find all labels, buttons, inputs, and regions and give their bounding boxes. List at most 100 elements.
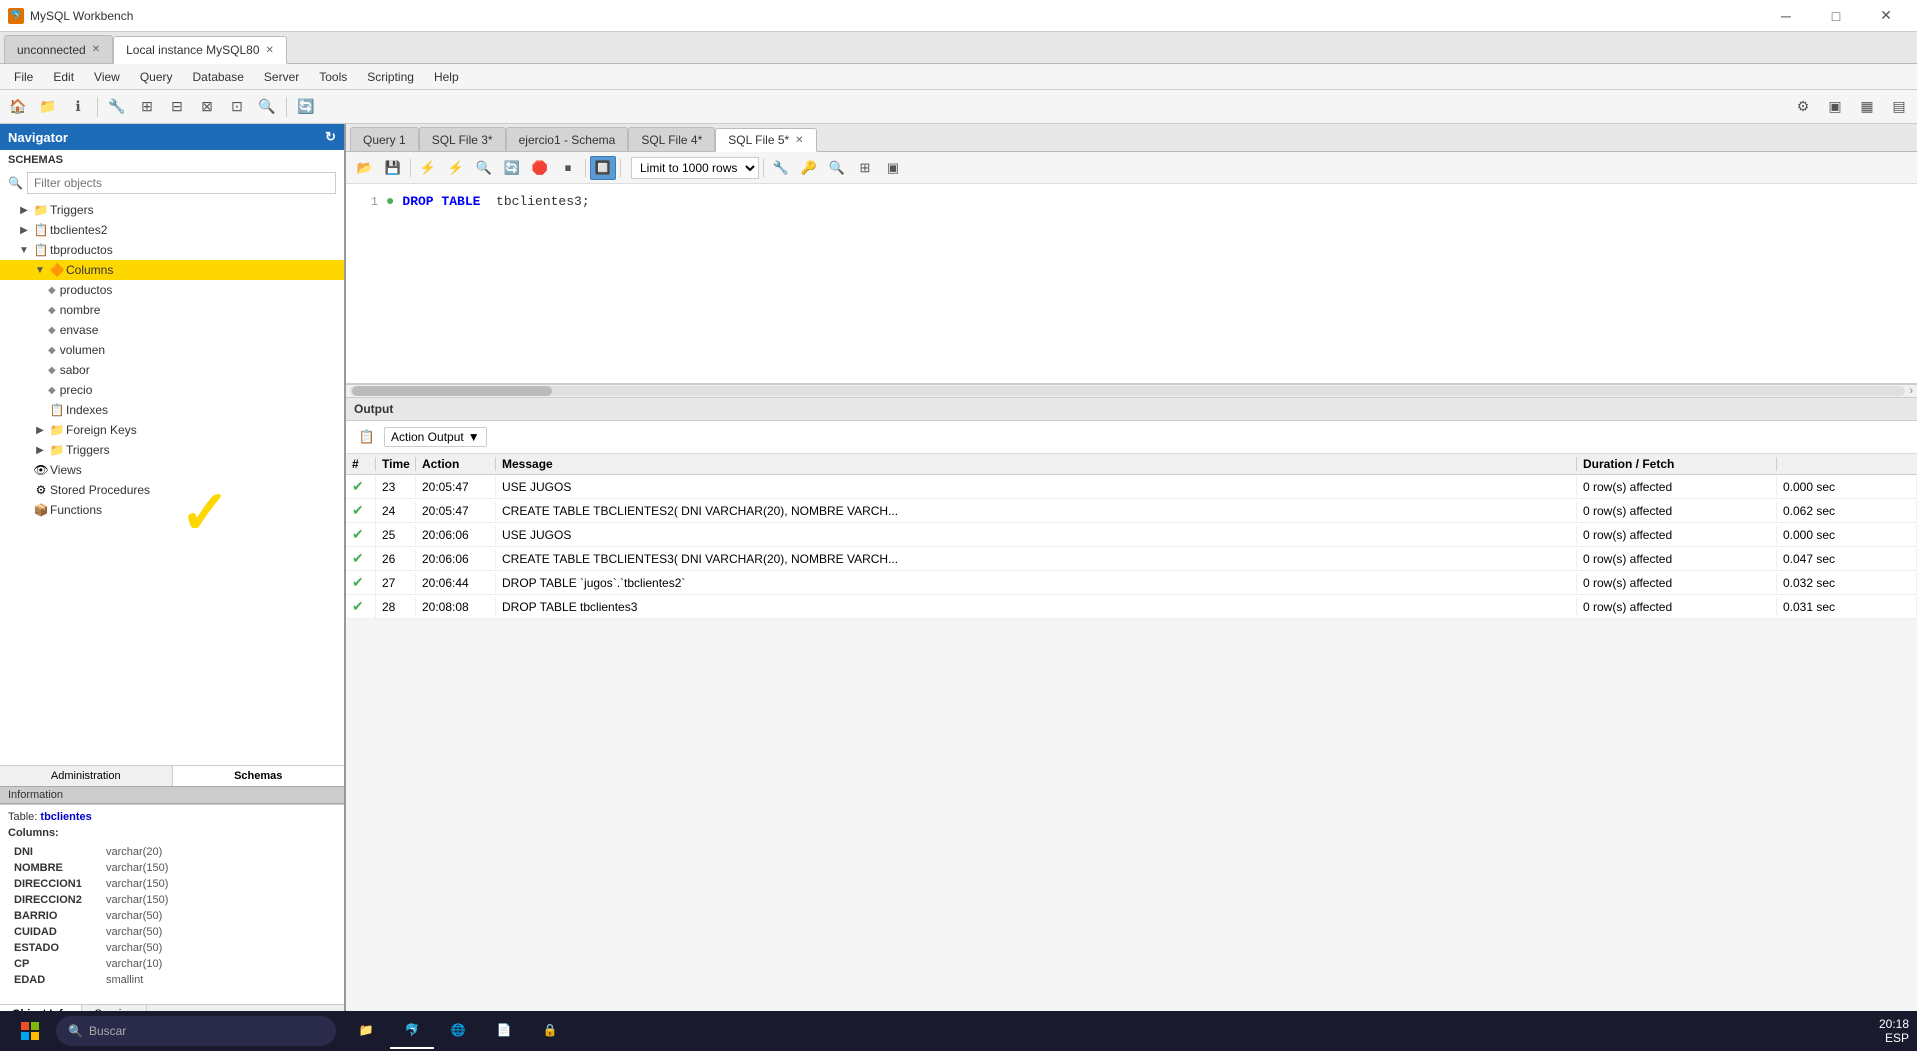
toolbar-btn7[interactable]: 🔍	[253, 94, 281, 120]
search-icon: 🔍	[68, 1024, 83, 1038]
taskbar-item-app5[interactable]: 🔒	[528, 1013, 572, 1049]
list-item[interactable]: ◆ precio	[0, 380, 344, 400]
taskbar-search[interactable]: 🔍 Buscar	[56, 1016, 336, 1046]
table-row: ✔ 26 20:06:06 CREATE TABLE TBCLIENTES3( …	[346, 547, 1917, 571]
sql-cols-btn[interactable]: ⊞	[852, 156, 878, 180]
list-item[interactable]: ▼ 📋 tbproductos	[0, 240, 344, 260]
scroll-right-icon[interactable]: ›	[1909, 385, 1917, 397]
list-item[interactable]: ◆ envase	[0, 320, 344, 340]
toolbar-open[interactable]: 📁	[34, 94, 62, 120]
list-item[interactable]: ⚙ Stored Procedures	[0, 480, 344, 500]
list-item[interactable]: ▶ 📋 tbclientes2	[0, 220, 344, 240]
taskbar-item-workbench[interactable]: 🐬	[390, 1013, 434, 1049]
cell-num: 27	[376, 573, 416, 593]
toolbar-home[interactable]: 🏠	[4, 94, 32, 120]
minimize-button[interactable]: ─	[1763, 0, 1809, 32]
close-button[interactable]: ✕	[1863, 0, 1909, 32]
sql-save-btn[interactable]: 💾	[380, 156, 406, 180]
toolbar-btn8[interactable]: 🔄	[292, 94, 320, 120]
list-item[interactable]: ▶ 📁 Triggers	[0, 440, 344, 460]
sql-line-1: 1 ● DROP TABLE tbclientes3;	[354, 192, 1909, 212]
tab-sqlfile4[interactable]: SQL File 4*	[628, 127, 715, 151]
menu-edit[interactable]: Edit	[43, 66, 84, 88]
list-item[interactable]: ◆ sabor	[0, 360, 344, 380]
toolbar-btn4[interactable]: ⊟	[163, 94, 191, 120]
list-item[interactable]: ▶ 📁 Triggers	[0, 200, 344, 220]
horizontal-scrollbar[interactable]: ›	[346, 384, 1917, 398]
index-icon: 📋	[48, 403, 66, 417]
toolbar-info[interactable]: ℹ	[64, 94, 92, 120]
scroll-thumb[interactable]	[352, 386, 552, 396]
toolbar-view2[interactable]: ▦	[1853, 94, 1881, 120]
line-number: 1	[354, 192, 378, 212]
sql-execute-btn[interactable]: ⚡	[415, 156, 441, 180]
menu-help[interactable]: Help	[424, 66, 469, 88]
cell-action: USE JUGOS	[496, 525, 1577, 545]
sql-tool1[interactable]: 🔧	[768, 156, 794, 180]
list-item[interactable]: 👁 Views	[0, 460, 344, 480]
toolbar-settings[interactable]: ⚙	[1789, 94, 1817, 120]
column-icon: ◆	[48, 365, 56, 376]
maximize-button[interactable]: □	[1813, 0, 1859, 32]
app-title: MySQL Workbench	[30, 9, 133, 23]
toolbar-btn5[interactable]: ⊠	[193, 94, 221, 120]
toolbar-btn2[interactable]: 🔧	[103, 94, 131, 120]
start-button[interactable]	[8, 1013, 52, 1049]
limit-select[interactable]: Limit to 1000 rows	[631, 157, 759, 179]
list-item[interactable]: ▶ 📁 Foreign Keys	[0, 420, 344, 440]
output-copy-btn[interactable]: 📋	[354, 425, 380, 449]
toolbar-view3[interactable]: ▤	[1885, 94, 1913, 120]
list-item[interactable]: 📋 Indexes	[0, 400, 344, 420]
list-item[interactable]: ◆ volumen	[0, 340, 344, 360]
taskbar-item-word[interactable]: 📄	[482, 1013, 526, 1049]
fk-icon: 📁	[48, 423, 66, 437]
sidebar-tab-schemas[interactable]: Schemas	[173, 766, 345, 786]
sql-export-btn[interactable]: ▣	[880, 156, 906, 180]
ok-icon: ✔	[352, 574, 364, 590]
sql-open-btn[interactable]: 📂	[352, 156, 378, 180]
tree-item-label: nombre	[60, 303, 101, 317]
sidebar: Navigator ↻ SCHEMAS 🔍 ▶ 📁 Triggers ▶	[0, 124, 346, 1023]
cell-num: 23	[376, 477, 416, 497]
toolbar-view1[interactable]: ▣	[1821, 94, 1849, 120]
instance-tab-local-mysql[interactable]: Local instance MySQL80 ✕	[113, 36, 287, 64]
cell-duration: 0.062 sec	[1777, 501, 1917, 521]
menu-query[interactable]: Query	[130, 66, 183, 88]
tab-query1[interactable]: Query 1	[350, 127, 419, 151]
menu-view[interactable]: View	[84, 66, 130, 88]
menu-file[interactable]: File	[4, 66, 43, 88]
action-output-dropdown[interactable]: Action Output ▼	[384, 427, 487, 447]
tab-close-icon[interactable]: ✕	[92, 44, 100, 55]
toolbar-btn6[interactable]: ⊡	[223, 94, 251, 120]
tab-close-icon[interactable]: ✕	[266, 45, 274, 56]
search-input[interactable]	[27, 172, 336, 194]
sql-stop-btn[interactable]: 🛑	[527, 156, 553, 180]
menu-scripting[interactable]: Scripting	[357, 66, 424, 88]
sql-tool2[interactable]: 🔑	[796, 156, 822, 180]
tab-close-icon[interactable]: ✕	[795, 135, 803, 146]
menu-tools[interactable]: Tools	[309, 66, 357, 88]
menu-database[interactable]: Database	[183, 66, 254, 88]
sql-search-btn2[interactable]: 🔍	[824, 156, 850, 180]
list-item[interactable]: ▼ 🔶 Columns	[0, 260, 344, 280]
taskbar-item-browser[interactable]: 🌐	[436, 1013, 480, 1049]
sql-refresh-btn[interactable]: 🔄	[499, 156, 525, 180]
toolbar-btn3[interactable]: ⊞	[133, 94, 161, 120]
sql-execute-selected-btn[interactable]: ⚡	[443, 156, 469, 180]
instance-tab-unconnected[interactable]: unconnected ✕	[4, 35, 113, 63]
menu-server[interactable]: Server	[254, 66, 309, 88]
sql-find-btn[interactable]: 🔍	[471, 156, 497, 180]
sidebar-refresh-icon[interactable]: ↻	[325, 129, 336, 145]
sql-commit-btn[interactable]: ⏹	[555, 156, 581, 180]
taskbar-item-files[interactable]: 📁	[344, 1013, 388, 1049]
list-item[interactable]: 📦 Functions	[0, 500, 344, 520]
sidebar-tab-administration[interactable]: Administration	[0, 766, 173, 786]
sql-editor[interactable]: 1 ● DROP TABLE tbclientes3;	[346, 184, 1917, 384]
sql-autocommit-btn[interactable]: 🔲	[590, 156, 616, 180]
list-item[interactable]: ◆ productos	[0, 280, 344, 300]
list-item[interactable]: ◆ nombre	[0, 300, 344, 320]
tab-sqlfile3[interactable]: SQL File 3*	[419, 127, 506, 151]
tab-sqlfile5[interactable]: SQL File 5* ✕	[715, 128, 816, 152]
tab-ejercio1[interactable]: ejercio1 - Schema	[506, 127, 629, 151]
tree-item-label: sabor	[60, 363, 90, 377]
